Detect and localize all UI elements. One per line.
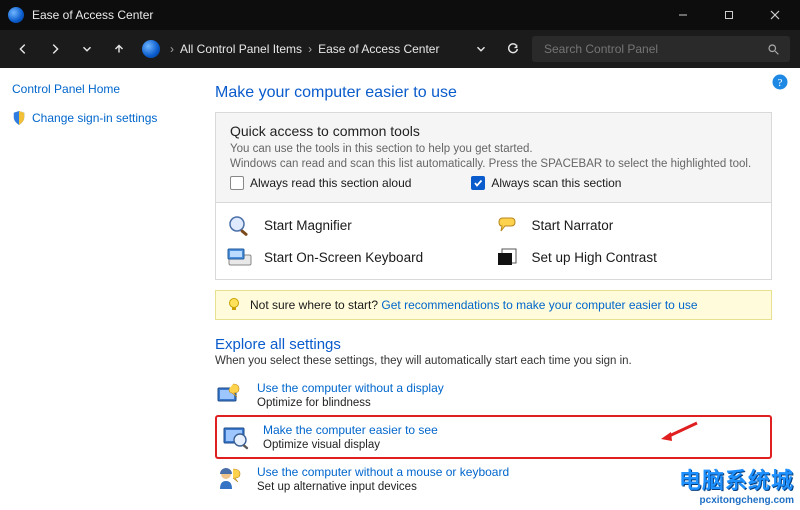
window-title: Ease of Access Center — [32, 8, 660, 22]
contrast-icon — [494, 245, 522, 269]
annotation-arrow-icon — [657, 419, 701, 446]
option-easier-to-see[interactable]: Make the computer easier to see Optimize… — [215, 415, 772, 459]
page-heading: Make your computer easier to use — [215, 84, 772, 102]
refresh-button[interactable] — [500, 36, 526, 62]
shield-icon — [12, 110, 26, 126]
explore-subtitle: When you select these settings, they wil… — [215, 355, 772, 367]
tool-magnifier[interactable]: Start Magnifier — [226, 213, 494, 237]
quick-line: You can use the tools in this section to… — [230, 143, 757, 155]
option-desc: Optimize for blindness — [257, 397, 444, 409]
app-icon — [8, 7, 24, 23]
tool-label: Start On-Screen Keyboard — [264, 250, 423, 265]
recent-dropdown[interactable] — [74, 36, 100, 62]
control-panel-home-link[interactable]: Control Panel Home — [12, 82, 183, 96]
recommendations-link[interactable]: Get recommendations to make your compute… — [381, 298, 697, 312]
option-desc: Set up alternative input devices — [257, 481, 509, 493]
info-text: Not sure where to start? — [250, 298, 381, 312]
tool-high-contrast[interactable]: Set up High Contrast — [494, 245, 762, 269]
search-box[interactable] — [532, 36, 790, 62]
maximize-button[interactable] — [706, 0, 752, 30]
option-no-display[interactable]: Use the computer without a display Optim… — [215, 375, 772, 415]
search-icon — [767, 43, 780, 56]
checkbox-read-aloud[interactable]: Always read this section aloud — [230, 176, 411, 190]
tool-narrator[interactable]: Start Narrator — [494, 213, 762, 237]
tool-label: Start Narrator — [532, 218, 614, 233]
quick-title: Quick access to common tools — [230, 123, 757, 139]
sidebar-item-sign-in[interactable]: Change sign-in settings — [12, 110, 183, 126]
close-button[interactable] — [752, 0, 798, 30]
tool-label: Start Magnifier — [264, 218, 352, 233]
tool-label: Set up High Contrast — [532, 250, 657, 265]
back-button[interactable] — [10, 36, 36, 62]
up-button[interactable] — [106, 36, 132, 62]
option-desc: Optimize visual display — [263, 439, 438, 451]
checkbox-label: Always read this section aloud — [250, 176, 411, 190]
option-label: Use the computer without a mouse or keyb… — [257, 465, 509, 479]
checkbox-checked-icon — [471, 176, 485, 190]
path-dropdown[interactable] — [468, 36, 494, 62]
chevron-right-icon: › — [170, 42, 174, 56]
checkbox-label: Always scan this section — [491, 176, 621, 190]
monitor-magnifier-icon — [221, 423, 251, 451]
quick-line: Windows can read and scan this list auto… — [230, 158, 757, 170]
sidebar-item-label: Change sign-in settings — [32, 111, 157, 125]
recommendations-bar: Not sure where to start? Get recommendat… — [215, 290, 772, 320]
checkbox-icon — [230, 176, 244, 190]
breadcrumb-item[interactable]: Ease of Access Center — [318, 42, 439, 56]
forward-button[interactable] — [42, 36, 68, 62]
quick-access-panel: Quick access to common tools You can use… — [215, 112, 772, 203]
option-label: Use the computer without a display — [257, 381, 444, 395]
lightbulb-icon — [226, 297, 242, 313]
help-icon[interactable]: ? — [772, 74, 788, 90]
checkbox-scan-section[interactable]: Always scan this section — [471, 176, 621, 190]
monitor-speech-icon — [215, 381, 245, 409]
tool-osk[interactable]: Start On-Screen Keyboard — [226, 245, 494, 269]
breadcrumb-item[interactable]: All Control Panel Items — [180, 42, 302, 56]
explore-heading: Explore all settings — [215, 336, 772, 353]
option-label: Make the computer easier to see — [263, 423, 438, 437]
narrator-icon — [494, 213, 522, 237]
keyboard-icon — [226, 245, 254, 269]
chevron-right-icon: › — [308, 42, 312, 56]
svg-text:?: ? — [778, 77, 783, 89]
person-speech-icon — [215, 465, 245, 493]
minimize-button[interactable] — [660, 0, 706, 30]
search-input[interactable] — [542, 41, 767, 57]
option-no-mouse-keyboard[interactable]: Use the computer without a mouse or keyb… — [215, 459, 772, 499]
path-icon — [142, 40, 160, 58]
magnifier-icon — [226, 213, 254, 237]
